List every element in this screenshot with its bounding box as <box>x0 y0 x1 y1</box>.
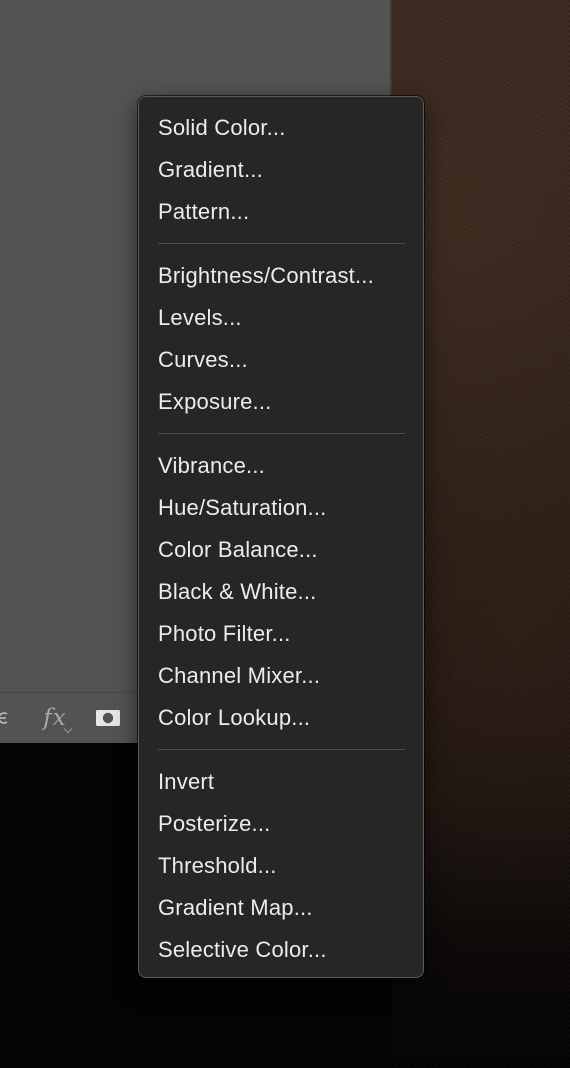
menu-item-channel-mixer[interactable]: Channel Mixer... <box>139 655 423 697</box>
menu-item-gradient[interactable]: Gradient... <box>139 149 423 191</box>
fx-icon: fx <box>43 705 67 731</box>
link-layers-icon[interactable] <box>0 693 14 743</box>
menu-item-brightness-contrast[interactable]: Brightness/Contrast... <box>139 255 423 297</box>
menu-item-threshold[interactable]: Threshold... <box>139 845 423 887</box>
menu-item-gradient-map[interactable]: Gradient Map... <box>139 887 423 929</box>
menu-item-selective-color[interactable]: Selective Color... <box>139 929 423 971</box>
menu-item-curves[interactable]: Curves... <box>139 339 423 381</box>
add-mask-icon <box>96 710 120 726</box>
menu-separator <box>139 739 423 761</box>
adjustment-layer-menu: Solid Color... Gradient... Pattern... Brigh… <box>138 96 424 978</box>
menu-item-exposure[interactable]: Exposure... <box>139 381 423 423</box>
menu-item-pattern[interactable]: Pattern... <box>139 191 423 233</box>
menu-item-levels[interactable]: Levels... <box>139 297 423 339</box>
menu-item-black-white[interactable]: Black & White... <box>139 571 423 613</box>
menu-item-color-lookup[interactable]: Color Lookup... <box>139 697 423 739</box>
menu-item-invert[interactable]: Invert <box>139 761 423 803</box>
menu-item-color-balance[interactable]: Color Balance... <box>139 529 423 571</box>
menu-item-solid-color[interactable]: Solid Color... <box>139 107 423 149</box>
menu-separator <box>139 423 423 445</box>
photoshop-workspace: fx Solid Color... Gradient... Pattern... Br… <box>0 0 570 1068</box>
link-icon <box>0 712 8 724</box>
menu-item-hue-saturation[interactable]: Hue/Saturation... <box>139 487 423 529</box>
add-mask-button[interactable] <box>94 693 122 743</box>
layer-style-fx-button[interactable]: fx <box>38 693 73 743</box>
menu-item-photo-filter[interactable]: Photo Filter... <box>139 613 423 655</box>
chevron-down-icon <box>63 724 73 734</box>
menu-separator <box>139 233 423 255</box>
menu-item-vibrance[interactable]: Vibrance... <box>139 445 423 487</box>
menu-item-posterize[interactable]: Posterize... <box>139 803 423 845</box>
